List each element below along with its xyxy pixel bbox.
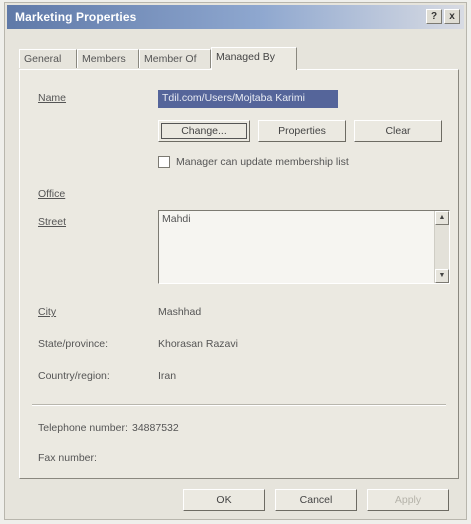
cancel-button[interactable]: Cancel xyxy=(275,489,357,511)
tab-general[interactable]: General xyxy=(19,49,77,68)
dialog-title: Marketing Properties xyxy=(15,10,137,24)
street-value: Mahdi xyxy=(162,213,191,225)
change-button[interactable]: Change... xyxy=(158,120,250,142)
city-value: Mashhad xyxy=(158,306,202,318)
close-button[interactable]: x xyxy=(444,9,460,24)
divider xyxy=(32,404,446,406)
telephone-value: 34887532 xyxy=(132,422,179,434)
clear-button[interactable]: Clear xyxy=(354,120,442,142)
street-label: Street xyxy=(38,216,67,228)
title-bar: Marketing Properties ? x xyxy=(7,5,464,29)
fax-label: Fax number: xyxy=(38,452,97,464)
tab-members[interactable]: Members xyxy=(77,49,139,68)
state-label: State/province: xyxy=(38,338,109,350)
down-arrow-icon[interactable]: ▼ xyxy=(435,269,449,283)
tab-managed-by[interactable]: Managed By xyxy=(211,47,297,70)
office-label: Office xyxy=(38,188,66,200)
city-label: City xyxy=(38,306,57,318)
street-textarea[interactable]: Mahdi ▲ ▼ xyxy=(158,210,450,284)
up-arrow-icon[interactable]: ▲ xyxy=(435,211,449,225)
properties-dialog: Marketing Properties ? x General Members… xyxy=(4,2,467,520)
tab-member-of[interactable]: Member Of xyxy=(139,49,211,68)
ok-button[interactable]: OK xyxy=(183,489,265,511)
name-label: Name xyxy=(38,92,67,104)
country-value: Iran xyxy=(158,370,177,382)
manager-update-label: Manager can update membership list xyxy=(176,156,349,168)
country-label: Country/region: xyxy=(38,370,110,382)
properties-button[interactable]: Properties xyxy=(258,120,346,142)
managed-by-panel: Name Tdil.com/Users/Mojtaba Karimi Chang… xyxy=(19,69,459,479)
telephone-label: Telephone number: xyxy=(38,422,128,434)
help-button[interactable]: ? xyxy=(426,9,442,24)
manager-update-checkbox[interactable] xyxy=(158,156,170,168)
state-value: Khorasan Razavi xyxy=(158,338,238,350)
name-field[interactable]: Tdil.com/Users/Mojtaba Karimi xyxy=(158,90,338,108)
street-scrollbar[interactable]: ▲ ▼ xyxy=(434,211,449,283)
apply-button[interactable]: Apply xyxy=(367,489,449,511)
